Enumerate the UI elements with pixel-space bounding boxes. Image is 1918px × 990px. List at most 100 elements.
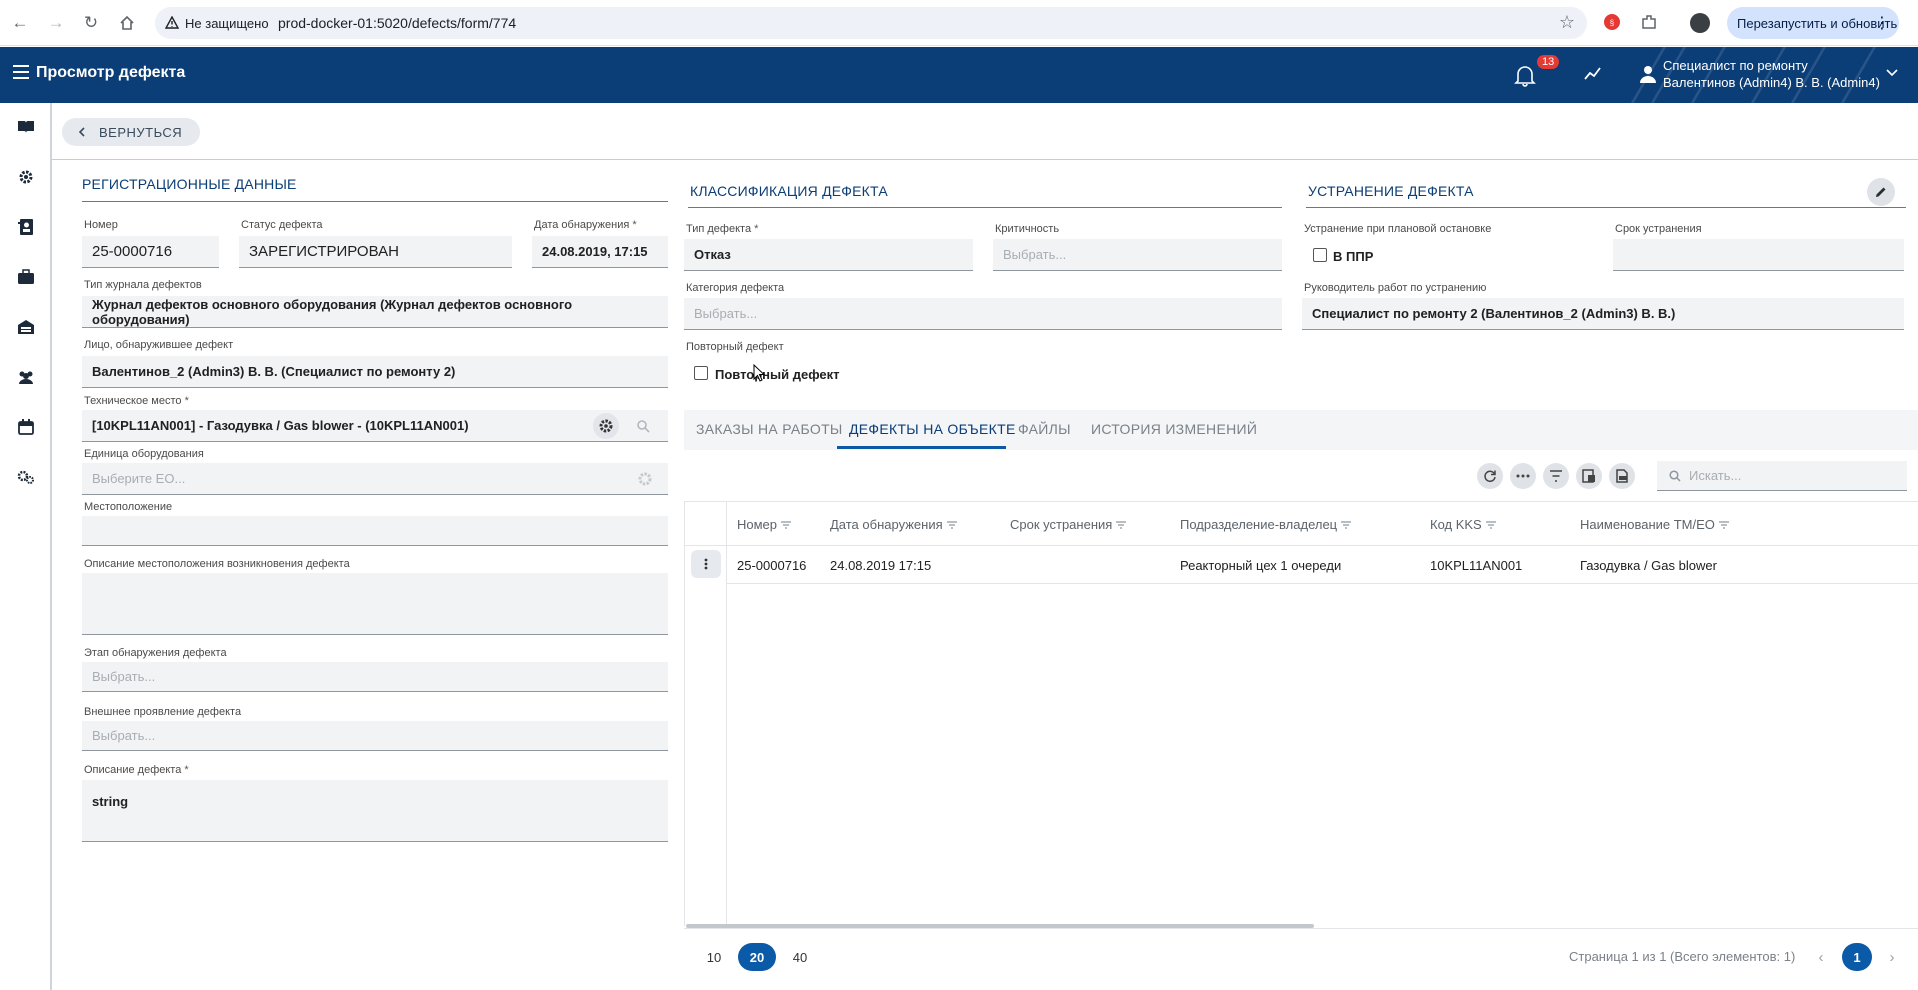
cell-kks-code: 10KPL11AN001	[1430, 558, 1523, 573]
stage-select[interactable]: Выбрать...	[82, 662, 668, 692]
briefcase-icon[interactable]	[16, 267, 36, 287]
reload-icon[interactable]: ↻	[79, 11, 103, 35]
col-detection-date[interactable]: Дата обнаружения	[830, 517, 957, 532]
page-button-current[interactable]: 1	[1842, 943, 1872, 971]
analytics-chart-icon[interactable]	[1584, 65, 1602, 84]
more-horizontal-icon[interactable]	[1510, 463, 1536, 489]
filter-icon[interactable]	[1718, 517, 1729, 532]
forward-arrow-icon[interactable]: →	[44, 11, 68, 35]
planned-label: Устранение при плановой остановке	[1304, 223, 1492, 235]
elimination-title: УСТРАНЕНИЕ ДЕФЕКТА	[1308, 183, 1474, 199]
person-field: Валентинов_2 (Admin3) В. В. (Специалист …	[82, 356, 668, 388]
grid-search-input[interactable]: Искать...	[1657, 461, 1907, 491]
relaunch-button[interactable]: Перезапустить и обновить ⋮	[1727, 7, 1899, 39]
extensions-puzzle-icon[interactable]	[1640, 13, 1660, 33]
location-field[interactable]	[82, 516, 668, 546]
bell-icon[interactable]	[1514, 63, 1536, 90]
next-page-chevron-icon[interactable]: ›	[1877, 943, 1907, 971]
svg-text:§: §	[1610, 19, 1614, 28]
row-menu-kebab-icon[interactable]	[691, 550, 721, 578]
home-icon[interactable]	[115, 11, 139, 35]
security-label: Не защищено	[185, 15, 269, 31]
browser-toolbar: ← → ↻ Не защищено prod-docker-01:5020/de…	[0, 0, 1918, 46]
menu-icon[interactable]	[13, 65, 29, 79]
url-text[interactable]: prod-docker-01:5020/defects/form/774	[278, 15, 516, 31]
journal-field: Журнал дефектов основного оборудования (…	[82, 296, 668, 328]
pagination-info: Страница 1 из 1 (Всего элементов: 1)	[1569, 949, 1796, 964]
criticality-label: Критичность	[995, 223, 1060, 235]
warehouse-icon[interactable]	[16, 317, 36, 337]
filter-icon[interactable]	[1116, 517, 1127, 532]
address-bar[interactable]: Не защищено prod-docker-01:5020/defects/…	[155, 7, 1587, 39]
criticality-placeholder: Выбрать...	[1003, 247, 1067, 262]
repeat-checkbox[interactable]	[694, 366, 708, 380]
ppr-checkbox-label[interactable]: В ППР	[1333, 249, 1373, 264]
tab-defects-on-object[interactable]: ДЕФЕКТЫ НА ОБЪЕКТЕ	[849, 421, 1016, 437]
sidebar	[0, 103, 52, 990]
category-select[interactable]: Выбрать...	[684, 298, 1282, 330]
contact-card-icon[interactable]	[16, 217, 36, 237]
repeat-label: Повторный дефект	[686, 341, 784, 353]
page-size-10[interactable]: 10	[695, 943, 733, 971]
gear-icon[interactable]	[16, 167, 36, 187]
table-row[interactable]	[727, 583, 1918, 584]
tech-place-search-icon[interactable]	[630, 413, 656, 439]
filter-icon[interactable]	[781, 517, 792, 532]
col-number[interactable]: Номер	[737, 517, 792, 532]
chevron-down-icon[interactable]	[1886, 65, 1898, 80]
tab-files[interactable]: ФАЙЛЫ	[1018, 421, 1071, 437]
filter-icon[interactable]	[946, 517, 957, 532]
filter-icon[interactable]	[1543, 463, 1569, 489]
tech-place-settings-gear-icon[interactable]	[593, 413, 619, 439]
tab-work-orders[interactable]: ЗАКАЗЫ НА РАБОТЫ	[696, 421, 843, 437]
deadline-field[interactable]	[1613, 239, 1904, 271]
edit-pencil-icon[interactable]	[1867, 178, 1895, 206]
mouse-cursor-icon	[753, 363, 766, 385]
date-field: 24.08.2019, 17:15	[532, 236, 668, 268]
description-field[interactable]: string	[82, 780, 668, 842]
user-icon[interactable]	[1640, 65, 1656, 86]
defects-table: Номер Дата обнаружения Срок устранения П…	[684, 501, 1918, 926]
equipment-field[interactable]: Выберите ЕО...	[82, 463, 668, 495]
criticality-select[interactable]: Выбрать...	[993, 239, 1282, 271]
tech-place-field[interactable]: [10KPL11AN001] - Газодувка / Gas blower …	[82, 410, 668, 442]
status-label: Статус дефекта	[241, 219, 323, 231]
col-deadline[interactable]: Срок устранения	[1010, 517, 1127, 532]
page-size-40[interactable]: 40	[781, 943, 819, 971]
col-name[interactable]: Наименование ТМ/ЕО	[1580, 517, 1729, 532]
manifest-select[interactable]: Выбрать...	[82, 721, 668, 751]
book-icon[interactable]	[16, 117, 36, 137]
ppr-checkbox[interactable]	[1313, 248, 1327, 262]
not-secure-indicator[interactable]: Не защищено	[165, 13, 269, 33]
refresh-icon[interactable]	[1477, 463, 1503, 489]
calendar-icon[interactable]	[16, 417, 36, 437]
person-label: Лицо, обнаружившее дефект	[84, 339, 234, 351]
back-button[interactable]: ВЕРНУТЬСЯ	[62, 118, 201, 146]
warning-icon	[165, 16, 179, 29]
filter-icon[interactable]	[1485, 517, 1496, 532]
bookmark-star-icon[interactable]: ☆	[1559, 12, 1575, 33]
repeat-checkbox-label[interactable]: Повторный дефект	[715, 367, 840, 382]
tab-history[interactable]: ИСТОРИЯ ИЗМЕНЕНИЙ	[1091, 421, 1257, 437]
export-pdf-icon[interactable]	[1609, 463, 1635, 489]
col-kks-code[interactable]: Код KKS	[1430, 517, 1496, 532]
col-owner-division[interactable]: Подразделение-владелец	[1180, 517, 1352, 532]
journal-label: Тип журнала дефектов	[84, 279, 202, 291]
equipment-gear-icon[interactable]	[632, 466, 658, 492]
back-arrow-icon[interactable]: ←	[8, 11, 32, 35]
prev-page-chevron-icon[interactable]: ‹	[1806, 943, 1836, 971]
page-size-20[interactable]: 20	[738, 943, 776, 971]
settings-gears-icon[interactable]	[16, 467, 36, 487]
stage-placeholder: Выбрать...	[92, 669, 156, 684]
export-excel-icon[interactable]	[1576, 463, 1602, 489]
browser-menu-icon[interactable]: ⋮	[1874, 13, 1890, 33]
manager-field[interactable]: Специалист по ремонту 2 (Валентинов_2 (A…	[1302, 298, 1904, 330]
cell-number[interactable]: 25-0000716	[737, 558, 806, 573]
users-group-icon[interactable]	[16, 367, 36, 387]
filter-icon[interactable]	[1341, 517, 1352, 532]
profile-avatar[interactable]	[1690, 13, 1710, 33]
defect-type-select[interactable]: Отказ	[684, 239, 973, 271]
extension-red-icon[interactable]: §	[1603, 13, 1623, 33]
location-desc-field[interactable]	[82, 573, 668, 635]
user-info[interactable]: Специалист по ремонту Валентинов (Admin4…	[1663, 57, 1880, 91]
